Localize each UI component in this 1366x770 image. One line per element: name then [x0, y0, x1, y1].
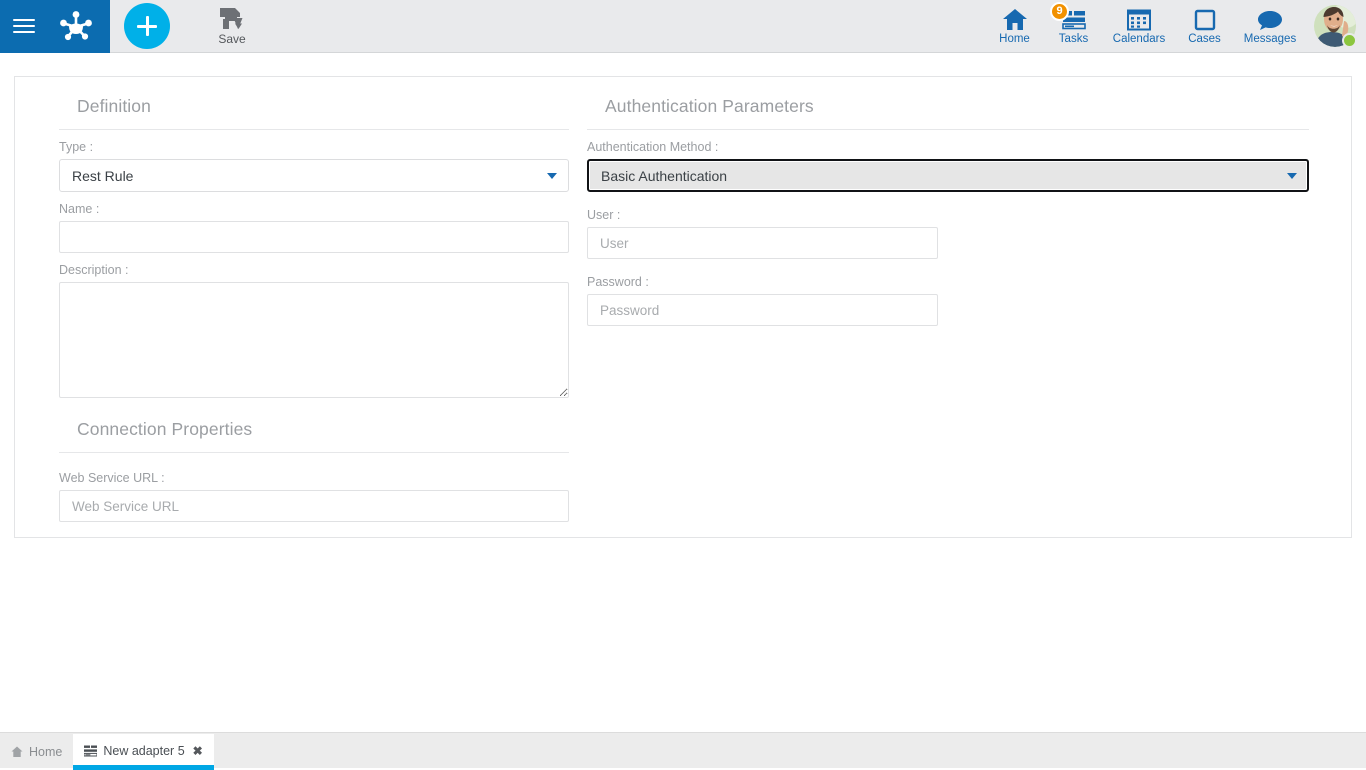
field-label-web-service-url: Web Service URL :: [59, 471, 165, 485]
field-web-service-url: Web Service URL :: [59, 471, 569, 522]
user-input[interactable]: [587, 227, 938, 259]
nav-label-tasks: Tasks: [1058, 32, 1089, 45]
nav-label-calendars: Calendars: [1112, 32, 1166, 45]
top-nav-group: Home 9 Tasks Calendars Cases Messages: [985, 0, 1366, 53]
field-label-user: User :: [587, 208, 621, 222]
adapter-form-panel: Definition Type : Rest Rule Name : Descr…: [14, 76, 1352, 538]
adapter-icon: [84, 745, 98, 757]
type-select-wrapper: Rest Rule: [59, 159, 569, 192]
field-label-auth-method: Authentication Method :: [587, 140, 719, 154]
home-icon: [1002, 8, 1027, 30]
brand-block: [0, 0, 110, 53]
field-type: Type : Rest Rule: [59, 140, 569, 192]
hamburger-icon[interactable]: [0, 0, 48, 53]
connection-section: Connection Properties Web Service URL :: [59, 411, 569, 522]
field-description: Description :: [59, 263, 569, 403]
name-input[interactable]: [59, 221, 569, 253]
close-x-icon[interactable]: ✖: [193, 744, 203, 758]
tab-new-adapter-5[interactable]: New adapter 5 ✖: [73, 734, 215, 770]
field-password: Password :: [587, 275, 1309, 326]
tab-home[interactable]: Home: [0, 736, 73, 768]
field-label-name: Name :: [59, 202, 100, 216]
cases-icon: [1194, 9, 1215, 30]
save-button[interactable]: Save: [204, 7, 260, 46]
field-label-password: Password :: [587, 275, 649, 289]
authentication-section-title: Authentication Parameters: [605, 96, 814, 116]
nav-item-home[interactable]: Home: [985, 0, 1044, 53]
save-button-label: Save: [218, 31, 246, 46]
right-column: Authentication Parameters Authentication…: [587, 77, 1309, 326]
field-name: Name :: [59, 202, 569, 253]
avatar[interactable]: [1314, 5, 1357, 48]
tab-new-adapter-5-label: New adapter 5: [103, 744, 185, 758]
auth-method-select[interactable]: Basic Authentication: [587, 159, 1309, 192]
calendar-icon: [1127, 9, 1151, 30]
left-column: Definition Type : Rest Rule Name : Descr…: [59, 77, 569, 522]
nav-item-tasks[interactable]: 9 Tasks: [1044, 0, 1103, 53]
nav-label-messages: Messages: [1243, 32, 1297, 45]
field-user: User :: [587, 208, 1309, 259]
top-app-bar: Save Home 9 Tasks Calendars Cases Messag…: [0, 0, 1366, 53]
type-select[interactable]: Rest Rule: [59, 159, 569, 192]
section-divider: [59, 129, 569, 130]
tasks-badge: 9: [1050, 1, 1069, 21]
definition-section-title: Definition: [77, 96, 151, 116]
nav-item-cases[interactable]: Cases: [1175, 0, 1234, 53]
bottom-tab-bar: Home New adapter 5 ✖: [0, 732, 1366, 770]
authentication-section: Authentication Parameters Authentication…: [587, 77, 1309, 326]
field-label-type: Type :: [59, 140, 94, 154]
message-icon: [1258, 10, 1282, 30]
web-service-url-input[interactable]: [59, 490, 569, 522]
field-label-description: Description :: [59, 263, 129, 277]
connection-section-title: Connection Properties: [77, 419, 253, 439]
description-textarea[interactable]: [59, 282, 569, 398]
save-floppy-icon: [220, 7, 243, 29]
app-logo-icon[interactable]: [48, 0, 104, 53]
section-divider: [587, 129, 1309, 130]
home-small-icon: [11, 746, 23, 757]
nav-label-cases: Cases: [1188, 32, 1221, 45]
field-auth-method: Authentication Method : Basic Authentica…: [587, 140, 1309, 192]
add-new-button[interactable]: [124, 3, 170, 49]
password-input[interactable]: [587, 294, 938, 326]
definition-section: Definition Type : Rest Rule Name : Descr…: [59, 77, 569, 403]
nav-item-calendars[interactable]: Calendars: [1103, 0, 1175, 53]
tab-home-label: Home: [29, 745, 63, 759]
nav-label-home: Home: [999, 32, 1030, 45]
online-status-indicator: [1342, 33, 1357, 48]
auth-method-select-wrapper: Basic Authentication: [587, 159, 1309, 192]
nav-item-messages[interactable]: Messages: [1234, 0, 1306, 53]
section-divider: [59, 452, 569, 453]
